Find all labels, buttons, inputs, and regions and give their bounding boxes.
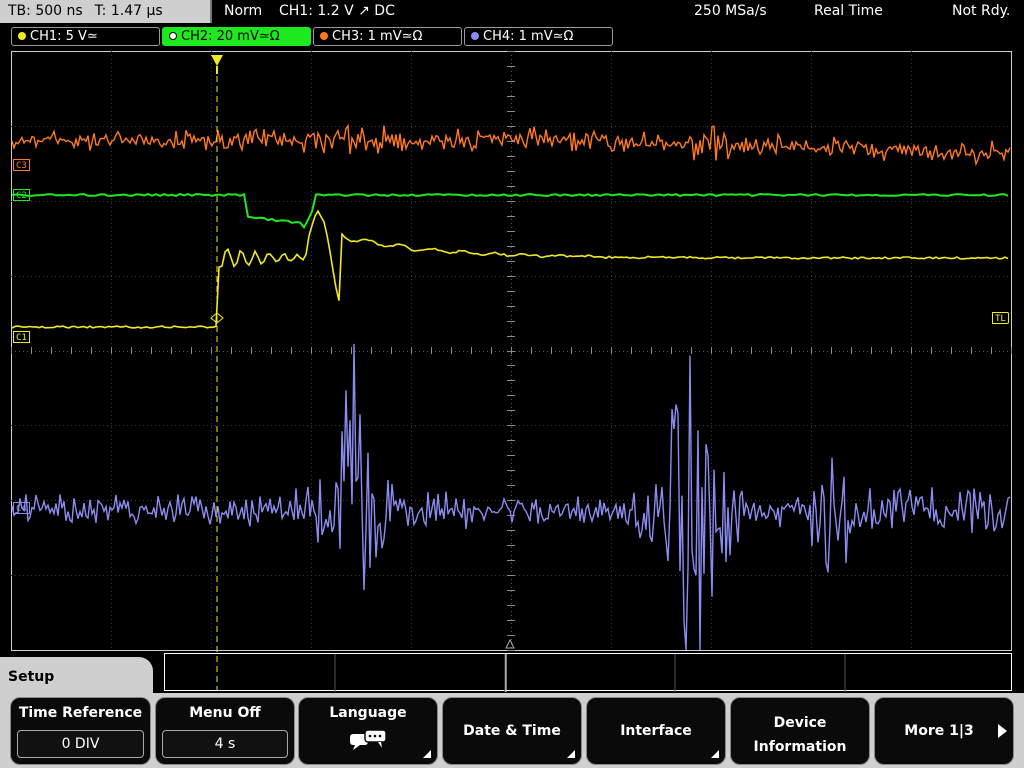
ch3-waveform xyxy=(11,123,1011,167)
interface-button[interactable]: Interface xyxy=(586,697,726,765)
ch1-offset-marker[interactable]: C1 xyxy=(13,331,30,343)
time-reference-button[interactable]: Time Reference 0 DIV xyxy=(10,697,151,765)
trigger-level-marker[interactable]: TL xyxy=(992,312,1009,324)
menu-off-button[interactable]: Menu Off 4 s xyxy=(155,697,295,765)
menu-off-label: Menu Off xyxy=(189,705,261,721)
center-marker xyxy=(505,638,515,649)
ch3-offset-marker[interactable]: C3 xyxy=(13,159,30,171)
submenu-indicator-icon xyxy=(711,750,719,758)
trigger-position-marker[interactable] xyxy=(211,55,223,66)
speech-bubble-icon xyxy=(350,729,387,750)
menu-title-tab: Setup xyxy=(0,657,153,693)
ch2-waveform xyxy=(11,192,1009,230)
ch2-offset-marker[interactable]: C2 xyxy=(13,189,30,201)
device-information-label: Device Information xyxy=(753,715,847,755)
interface-label: Interface xyxy=(620,723,692,739)
more-button[interactable]: More 1|3 xyxy=(874,697,1014,765)
zoom-overview-strip[interactable] xyxy=(164,653,1012,692)
submenu-indicator-icon xyxy=(567,750,575,758)
time-reference-value: 0 DIV xyxy=(17,730,144,758)
language-label: Language xyxy=(329,705,407,721)
date-time-label: Date & Time xyxy=(463,723,561,739)
ch4-waveform xyxy=(11,343,1011,651)
menu-off-value: 4 s xyxy=(162,730,288,758)
language-button[interactable]: Language xyxy=(298,697,438,765)
date-time-button[interactable]: Date & Time xyxy=(442,697,582,765)
device-information-button[interactable]: Device Information xyxy=(730,697,870,765)
more-label: More 1|3 xyxy=(904,723,974,739)
next-page-arrow-icon xyxy=(998,724,1007,738)
ch4-offset-marker[interactable]: C4 xyxy=(13,502,30,514)
zoom-strip-divisions xyxy=(334,654,846,692)
time-reference-label: Time Reference xyxy=(18,705,143,721)
submenu-indicator-icon xyxy=(423,750,431,758)
ch1-waveform xyxy=(11,209,1009,329)
